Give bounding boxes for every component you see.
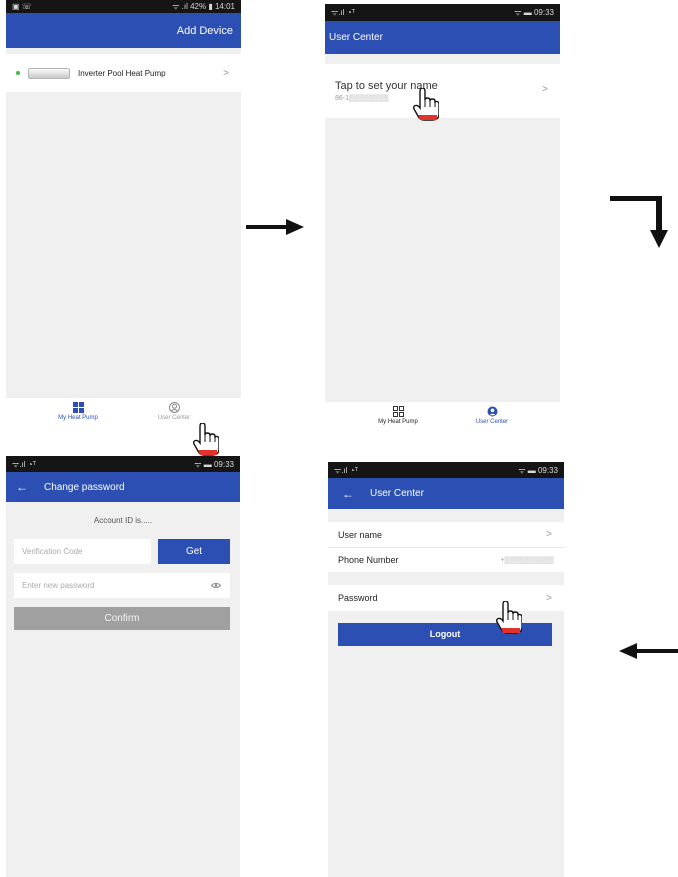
tab-user-center[interactable]: User Center (134, 402, 214, 421)
username-label: User name (338, 529, 383, 540)
arrow-icon (610, 196, 668, 248)
screen-change-password: ᯤ.ıl ◔ᵀ ᯤ ▬ 09:33 ← Change password Acco… (6, 456, 240, 877)
verification-row: Verification Code Get (14, 539, 230, 564)
tab-my-heat-pump[interactable]: My Heat Pump (358, 406, 438, 425)
tab-label: My Heat Pump (378, 419, 418, 425)
phone-number-label: Phone Number (338, 555, 399, 565)
app-bar: User Center (325, 21, 560, 54)
online-status-dot (16, 71, 20, 75)
page-title: Change password (44, 481, 125, 493)
hand-pointer-icon (193, 423, 219, 456)
arrow-icon (619, 643, 678, 659)
tab-label: My Heat Pump (58, 415, 98, 421)
device-row[interactable]: Inverter Pool Heat Pump > (6, 54, 241, 92)
add-device-button[interactable]: Add Device (177, 25, 233, 37)
hand-pointer-icon (496, 601, 522, 634)
back-arrow-icon[interactable]: ← (16, 480, 28, 494)
arrow-icon (246, 219, 304, 235)
status-right: ᯤ ▬ 09:33 (518, 465, 558, 475)
app-bar: ← Change password (6, 472, 240, 502)
user-icon (487, 406, 497, 417)
hand-pointer-icon (413, 88, 439, 121)
status-bar: ᯤ.ıl ◔ᵀ ᯤ ▬ 09:33 (325, 4, 560, 21)
page-title: User Center (370, 488, 424, 499)
screen-user-center-detail: ᯤ.ıl ◔ᵀ ᯤ ▬ 09:33 ← User Center User nam… (328, 462, 564, 877)
chevron-right-icon: > (546, 592, 552, 604)
heat-pump-icon (28, 67, 70, 79)
profile-row[interactable]: Tap to set your name 86-1▒▒▒▒▒▒▒▒ > (325, 64, 560, 118)
phone-number-masked: 86-1▒▒▒▒▒▒▒▒ (335, 95, 389, 102)
grid-icon (72, 402, 84, 413)
phone-number-row: Phone Number +▒▒▒▒▒▒▒▒▒▒ (328, 547, 564, 572)
username-row[interactable]: User name > (328, 522, 564, 547)
chevron-right-icon: > (223, 67, 229, 79)
back-arrow-icon[interactable]: ← (342, 487, 354, 501)
tab-bar: My Heat Pump User Center (325, 402, 560, 430)
status-right: ᯤ ▬ 09:33 (194, 459, 234, 469)
new-password-placeholder: Enter new password (22, 581, 95, 590)
chevron-right-icon: > (542, 84, 548, 95)
password-label: Password (338, 593, 378, 603)
grid-icon (392, 406, 404, 417)
eye-icon[interactable] (211, 582, 221, 589)
status-right: ᯤ ▬ 09:33 (514, 8, 554, 17)
status-left: ᯤ.ıl ◔ᵀ (331, 8, 356, 17)
password-row[interactable]: Password > (328, 585, 564, 611)
tab-label: User Center (475, 419, 509, 425)
account-id: Account ID is..... (93, 516, 153, 525)
user-icon (168, 402, 180, 413)
tab-user-center[interactable]: User Center (452, 406, 532, 425)
phone-number-value: +▒▒▒▒▒▒▒▒▒▒ (500, 556, 554, 564)
page-title: User Center (329, 32, 383, 43)
new-password-input[interactable]: Enter new password (14, 573, 230, 598)
app-bar: ← User Center (328, 478, 564, 509)
chevron-right-icon: > (546, 529, 552, 540)
get-code-button[interactable]: Get (158, 539, 230, 564)
status-bar: ▣ ☏ ᯤ .ıl 42% ▮ 14:01 (6, 0, 241, 13)
verification-code-input[interactable]: Verification Code (14, 539, 151, 564)
screen-user-center: ᯤ.ıl ◔ᵀ ᯤ ▬ 09:33 User Center Tap to set… (325, 4, 560, 402)
status-bar: ᯤ.ıl ◔ᵀ ᯤ ▬ 09:33 (328, 462, 564, 478)
status-right: ᯤ .ıl 42% ▮ 14:01 (172, 2, 235, 11)
confirm-button[interactable]: Confirm (14, 607, 230, 630)
app-bar: Add Device (6, 13, 241, 48)
tab-my-heat-pump[interactable]: My Heat Pump (38, 402, 118, 421)
tab-label: User Center (157, 415, 191, 421)
status-bar: ᯤ.ıl ◔ᵀ ᯤ ▬ 09:33 (6, 456, 240, 472)
status-left: ᯤ.ıl ◔ᵀ (334, 465, 359, 475)
status-left: ᯤ.ıl ◔ᵀ (12, 459, 37, 469)
screen-device-list: ▣ ☏ ᯤ .ıl 42% ▮ 14:01 Add Device Inverte… (6, 0, 241, 429)
status-left: ▣ ☏ (12, 2, 32, 11)
device-name: Inverter Pool Heat Pump (78, 68, 166, 78)
